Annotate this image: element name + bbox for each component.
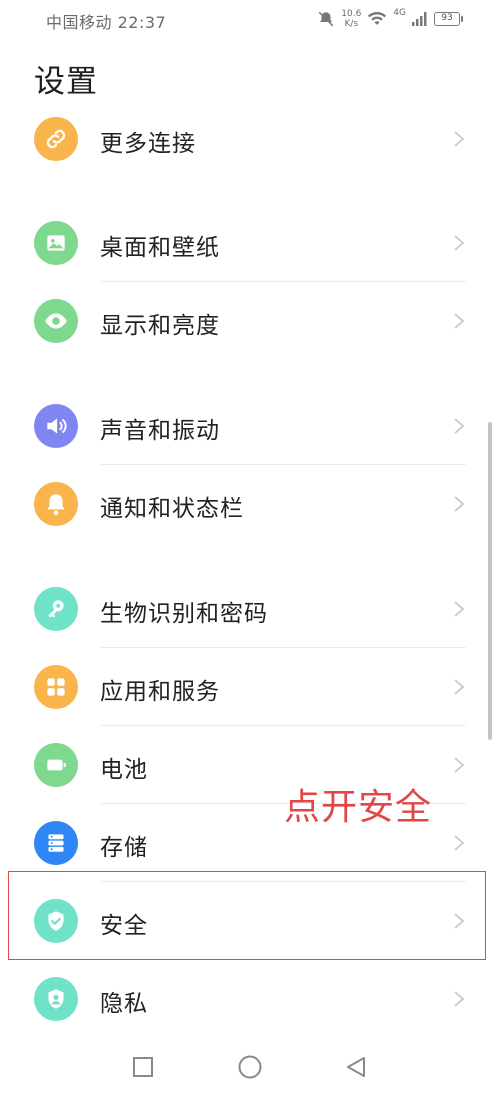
wifi-icon	[368, 12, 387, 25]
speed-unit: K/s	[344, 19, 359, 29]
settings-item-notifications[interactable]: 通知和状态栏	[0, 465, 500, 543]
annotation-highlight-box	[8, 871, 486, 960]
mute-icon	[318, 11, 334, 27]
chevron-right-icon	[454, 235, 465, 251]
back-button[interactable]	[342, 1053, 370, 1081]
settings-item-biometrics-password[interactable]: 生物识别和密码	[0, 570, 500, 648]
settings-item-label: 桌面和壁纸	[100, 235, 220, 261]
square-icon	[133, 1057, 153, 1077]
chevron-right-icon	[454, 131, 465, 147]
settings-item-label: 电池	[100, 757, 148, 783]
chevron-right-icon	[454, 991, 465, 1007]
settings-item-label: 声音和振动	[100, 418, 220, 444]
carrier-time: 中国移动 22:37	[46, 13, 167, 32]
recents-button[interactable]	[129, 1053, 157, 1081]
chevron-right-icon	[454, 496, 465, 512]
settings-item-label: 生物识别和密码	[100, 601, 268, 627]
eye-icon	[34, 299, 78, 343]
annotation-text: 点开安全	[284, 787, 433, 828]
speaker-icon	[34, 404, 78, 448]
network-speed: 10.6 K/s	[341, 9, 361, 29]
network-type: 4G	[393, 8, 406, 18]
battery-level: 93	[441, 13, 453, 23]
navigation-bar	[0, 1041, 500, 1097]
status-bar: 中国移动 22:37 10.6 K/s 4G 93	[0, 0, 500, 38]
settings-item-desktop-wallpaper[interactable]: 桌面和壁纸	[0, 204, 500, 282]
settings-item-label: 应用和服务	[100, 679, 220, 705]
triangle-back-icon	[347, 1057, 365, 1077]
settings-item-label: 显示和亮度	[100, 313, 220, 339]
grid-icon	[34, 665, 78, 709]
bell-icon	[34, 482, 78, 526]
settings-item-more-connections[interactable]: 更多连接	[0, 100, 500, 178]
chevron-right-icon	[454, 835, 465, 851]
settings-item-label: 存储	[100, 835, 148, 861]
scrollbar[interactable]	[488, 422, 492, 740]
chevron-right-icon	[454, 601, 465, 617]
settings-item-privacy[interactable]: 隐私	[0, 960, 500, 1038]
privacy-icon	[34, 977, 78, 1021]
page-title: 设置	[34, 64, 98, 100]
settings-item-display-brightness[interactable]: 显示和亮度	[0, 282, 500, 360]
storage-icon	[34, 821, 78, 865]
settings-item-label: 通知和状态栏	[100, 496, 244, 522]
chevron-right-icon	[454, 313, 465, 329]
battery-icon	[34, 743, 78, 787]
circle-icon	[238, 1055, 262, 1079]
speed-value: 10.6	[341, 9, 362, 19]
home-button[interactable]	[236, 1053, 264, 1081]
key-icon	[34, 587, 78, 631]
chevron-right-icon	[454, 757, 465, 773]
link-icon	[34, 117, 78, 161]
image-icon	[34, 221, 78, 265]
settings-item-label: 更多连接	[100, 131, 196, 157]
signal-icon	[412, 12, 427, 26]
chevron-right-icon	[454, 679, 465, 695]
settings-item-apps-services[interactable]: 应用和服务	[0, 648, 500, 726]
battery-indicator: 93	[434, 12, 463, 26]
settings-item-label: 隐私	[100, 991, 148, 1017]
chevron-right-icon	[454, 418, 465, 434]
status-icons: 10.6 K/s 4G 93	[317, 6, 463, 32]
settings-item-sound-vibration[interactable]: 声音和振动	[0, 387, 500, 465]
